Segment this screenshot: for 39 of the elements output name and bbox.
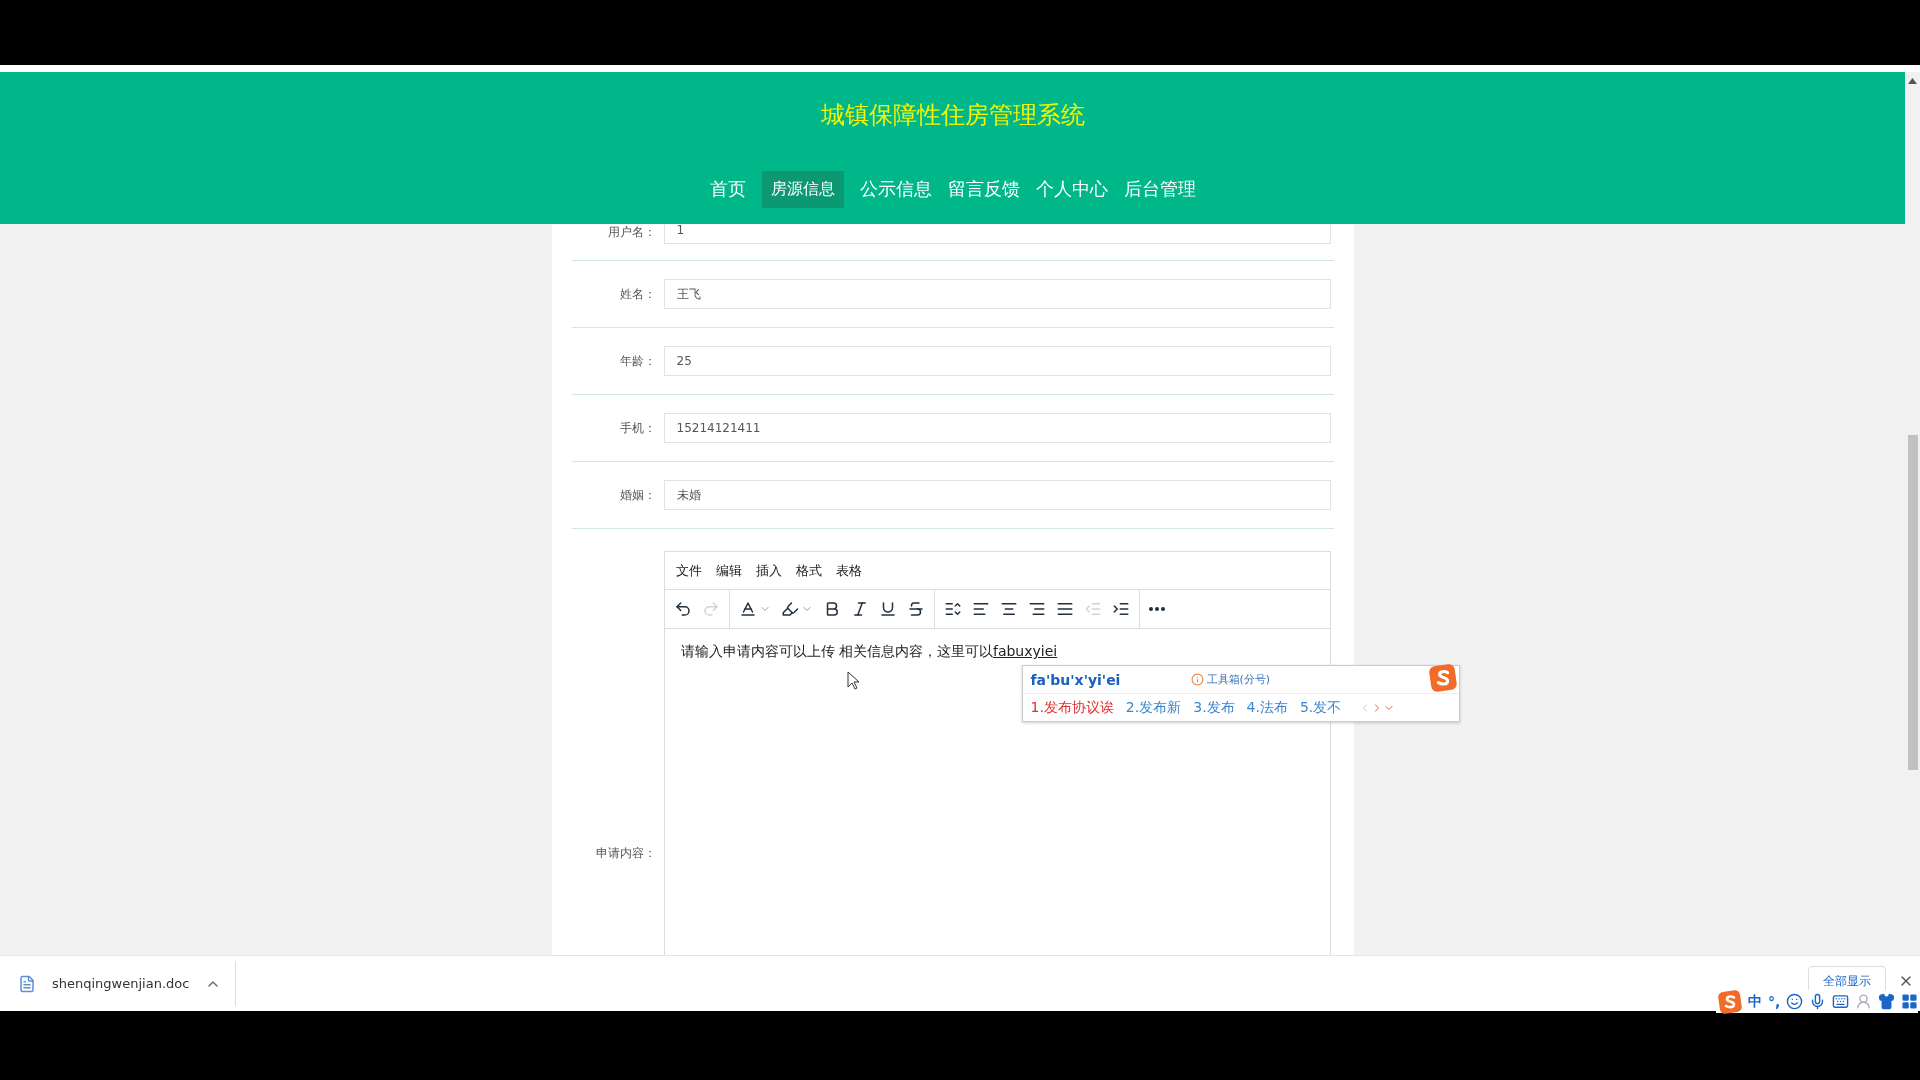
- ime-candidate[interactable]: 1.发布协议诶: [1030, 698, 1114, 717]
- field-label: 姓名：: [618, 285, 656, 303]
- grid-icon[interactable]: [1901, 993, 1919, 1010]
- input-field[interactable]: 未婚: [663, 480, 1331, 510]
- input-field[interactable]: 25: [663, 346, 1331, 376]
- site-title: 城镇保障性住房管理系统: [820, 100, 1085, 131]
- shirt-icon[interactable]: [1878, 993, 1896, 1010]
- info-icon: [1190, 673, 1204, 686]
- keyboard-icon[interactable]: [1832, 993, 1850, 1010]
- ime-logo[interactable]: [1718, 989, 1742, 1014]
- cursor-icon: [846, 671, 860, 690]
- menu-item[interactable]: 编辑: [708, 561, 749, 580]
- ime-candidate[interactable]: 4.法布: [1246, 698, 1288, 717]
- input-field[interactable]: 1: [663, 224, 1331, 244]
- field-label: 申请内容：: [594, 845, 656, 862]
- field-label: 用户名：: [606, 224, 656, 241]
- toolbox-link[interactable]: 工具箱(分号): [1190, 672, 1271, 687]
- field-label: 婚姻：: [618, 486, 656, 504]
- ime-input-text: fa'bu'x'yi'ei: [1030, 671, 1122, 688]
- smiley-icon[interactable]: [1786, 993, 1804, 1010]
- download-file-name[interactable]: shenqingwenjian.doc: [52, 974, 190, 993]
- menu-item[interactable]: 格式: [788, 561, 829, 580]
- nav-link[interactable]: 房源信息: [761, 170, 844, 208]
- input-field[interactable]: 15214121411: [663, 413, 1331, 443]
- ime-mode-toggle[interactable]: 中: [1748, 992, 1762, 1011]
- menu-item[interactable]: 表格: [828, 561, 869, 580]
- menu-item[interactable]: 文件: [668, 561, 709, 580]
- document-icon: [18, 974, 36, 993]
- ime-candidate[interactable]: 5.发不: [1299, 698, 1342, 717]
- field-label: 手机：: [618, 419, 656, 437]
- ime-candidate[interactable]: 2.发布新: [1125, 698, 1182, 717]
- menu-item[interactable]: 插入: [748, 561, 789, 580]
- scroll-up-icon[interactable]: [1908, 78, 1917, 84]
- scrollbar-thumb[interactable]: [1908, 435, 1918, 770]
- ime-candidate[interactable]: 3.发布: [1193, 698, 1235, 717]
- field-label: 年龄：: [618, 352, 656, 370]
- input-field[interactable]: 王飞: [663, 279, 1331, 309]
- editor-text: 请输入申请内容可以上传 相关信息内容，这里可以fabuxyiei: [680, 643, 1059, 661]
- ime-mode-toggle[interactable]: °,: [1768, 993, 1781, 1010]
